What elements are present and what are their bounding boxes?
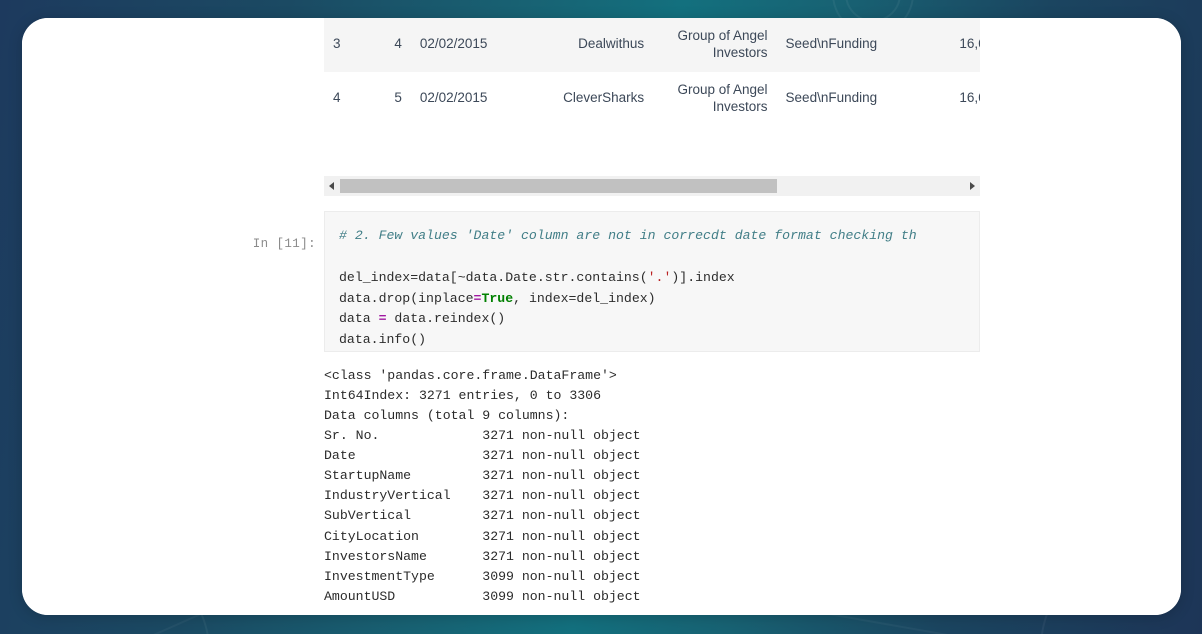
cell-startup-name: CleverSharks — [515, 71, 654, 126]
code-line-2-prefix: data.drop(inplace — [339, 290, 474, 306]
code-comment-line: # 2. Few values 'Date' column are not in… — [339, 228, 917, 243]
cell-date: 02/02/2015 — [410, 18, 516, 72]
cell-sub-vertical: Seed\nFunding — [776, 71, 914, 126]
output-content: <class 'pandas.core.frame.DataFrame'> In… — [324, 368, 641, 604]
cell-index: 4 — [324, 71, 363, 126]
dataframe-table-container: 3 4 02/02/2015 Dealwithus Group of Angel… — [324, 18, 980, 126]
cell-industry-vertical: Group of Angel Investors — [653, 18, 777, 72]
code-line-1-prefix: del_index=data[~data.Date.str.contains( — [339, 269, 648, 285]
scroll-left-arrow-icon[interactable] — [324, 176, 340, 196]
cell-amount-usd: 16,600 — [913, 18, 980, 72]
cell-sr-no: 4 — [362, 18, 411, 72]
table-row[interactable]: 4 5 02/02/2015 CleverSharks Group of Ang… — [324, 71, 980, 126]
code-content: # 2. Few values 'Date' column are not in… — [339, 226, 979, 351]
dataframe-horizontal-scrollbar[interactable] — [324, 176, 980, 196]
cell-sub-vertical: Seed\nFunding — [776, 18, 914, 72]
jupyter-notebook-surface: 3 4 02/02/2015 Dealwithus Group of Angel… — [22, 18, 1181, 615]
table-row[interactable]: 3 4 02/02/2015 Dealwithus Group of Angel… — [324, 18, 980, 72]
cell-startup-name: Dealwithus — [515, 18, 654, 72]
content-card: 3 4 02/02/2015 Dealwithus Group of Angel… — [22, 18, 1181, 615]
code-line-4: data.info() — [339, 332, 427, 348]
cell-index: 3 — [324, 18, 363, 72]
code-line-2-suffix: , index=del_index) — [513, 290, 656, 306]
code-line-3-operator: = — [378, 311, 387, 327]
cell-industry-vertical: Group of Angel Investors — [653, 71, 777, 126]
code-line-1-string: '.' — [647, 269, 672, 285]
cell-sr-no: 5 — [362, 71, 411, 126]
dataframe-table-body: 3 4 02/02/2015 Dealwithus Group of Angel… — [324, 18, 980, 126]
cell-date: 02/02/2015 — [410, 71, 516, 126]
code-line-3-prefix: data — [339, 311, 379, 327]
scroll-right-arrow-icon[interactable] — [964, 176, 980, 196]
scrollbar-thumb[interactable] — [340, 179, 777, 193]
code-line-1-suffix: )].index — [671, 269, 735, 285]
input-prompt-label: In [11]: — [252, 237, 316, 251]
cell-amount-usd: 16,600 — [913, 71, 980, 126]
code-line-2-keyword: True — [481, 290, 514, 306]
dataframe-table: 3 4 02/02/2015 Dealwithus Group of Angel… — [324, 18, 980, 126]
cell-text-output: <class 'pandas.core.frame.DataFrame'> In… — [324, 366, 1024, 607]
scrollbar-track[interactable] — [340, 179, 964, 193]
code-line-3-suffix: data.reindex() — [386, 311, 506, 327]
code-input-cell[interactable]: # 2. Few values 'Date' column are not in… — [324, 211, 980, 352]
